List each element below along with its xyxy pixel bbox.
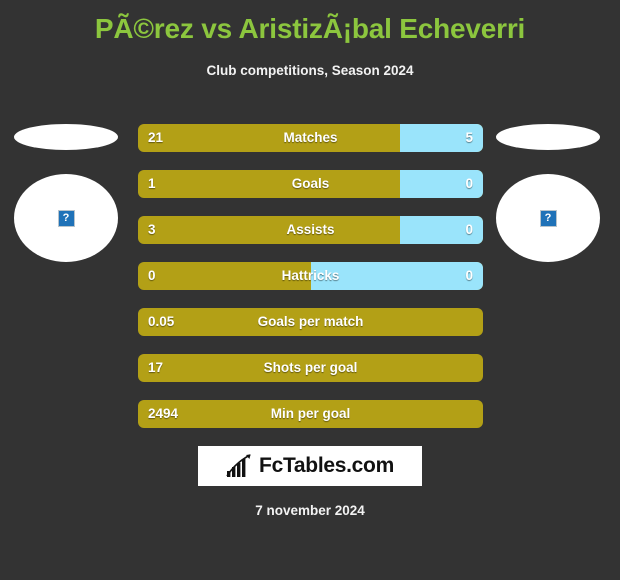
stat-row-label: Matches <box>283 130 338 145</box>
player-right-panel: ? <box>488 118 614 263</box>
player-left-name-placeholder <box>14 124 118 150</box>
stat-row: 0.05 Goals per match <box>138 308 483 336</box>
stat-row: 17 Shots per goal <box>138 354 483 382</box>
footer-date: 7 november 2024 <box>255 503 365 518</box>
stat-row: 2494 Min per goal <box>138 400 483 428</box>
stat-row-label: Shots per goal <box>263 360 358 375</box>
stat-row: 1 Goals 0 <box>138 170 483 198</box>
broken-image-icon: ? <box>57 209 75 227</box>
stat-row-label: Assists <box>286 222 335 237</box>
stat-row-label: Min per goal <box>270 406 351 421</box>
stat-row-right-value: 5 <box>465 130 473 145</box>
stat-row: 0 Hattricks 0 <box>138 262 483 290</box>
stat-row: 3 Assists 0 <box>138 216 483 244</box>
stat-row-label: Hattricks <box>281 268 340 283</box>
page-subtitle: Club competitions, Season 2024 <box>206 63 414 78</box>
fctables-logo-text: FcTables.com <box>259 454 394 477</box>
bar-chart-growth-icon <box>226 454 251 477</box>
broken-image-glyph: ? <box>544 211 552 224</box>
stat-comparison-chart: 21 Matches 5 1 Goals 0 3 Assists 0 0 Hattricks 0 0.0… <box>138 124 483 446</box>
player-right-name-placeholder <box>496 124 600 150</box>
player-left-avatar: ? <box>14 174 118 262</box>
broken-image-icon: ? <box>539 209 557 227</box>
stat-row: 21 Matches 5 <box>138 124 483 152</box>
page-title: PÃ©rez vs AristizÃ¡bal Echeverri <box>94 13 526 44</box>
player-left-panel: ? <box>6 118 132 263</box>
player-right-avatar: ? <box>496 174 600 262</box>
stat-row-right-value: 0 <box>465 268 473 283</box>
stat-row-label: Goals per match <box>257 314 364 329</box>
stat-row-right-value: 0 <box>465 222 473 237</box>
stat-row-label: Goals <box>291 176 330 191</box>
stat-row-right-value: 0 <box>465 176 473 191</box>
broken-image-glyph: ? <box>62 211 70 224</box>
fctables-logo: FcTables.com <box>198 446 422 486</box>
